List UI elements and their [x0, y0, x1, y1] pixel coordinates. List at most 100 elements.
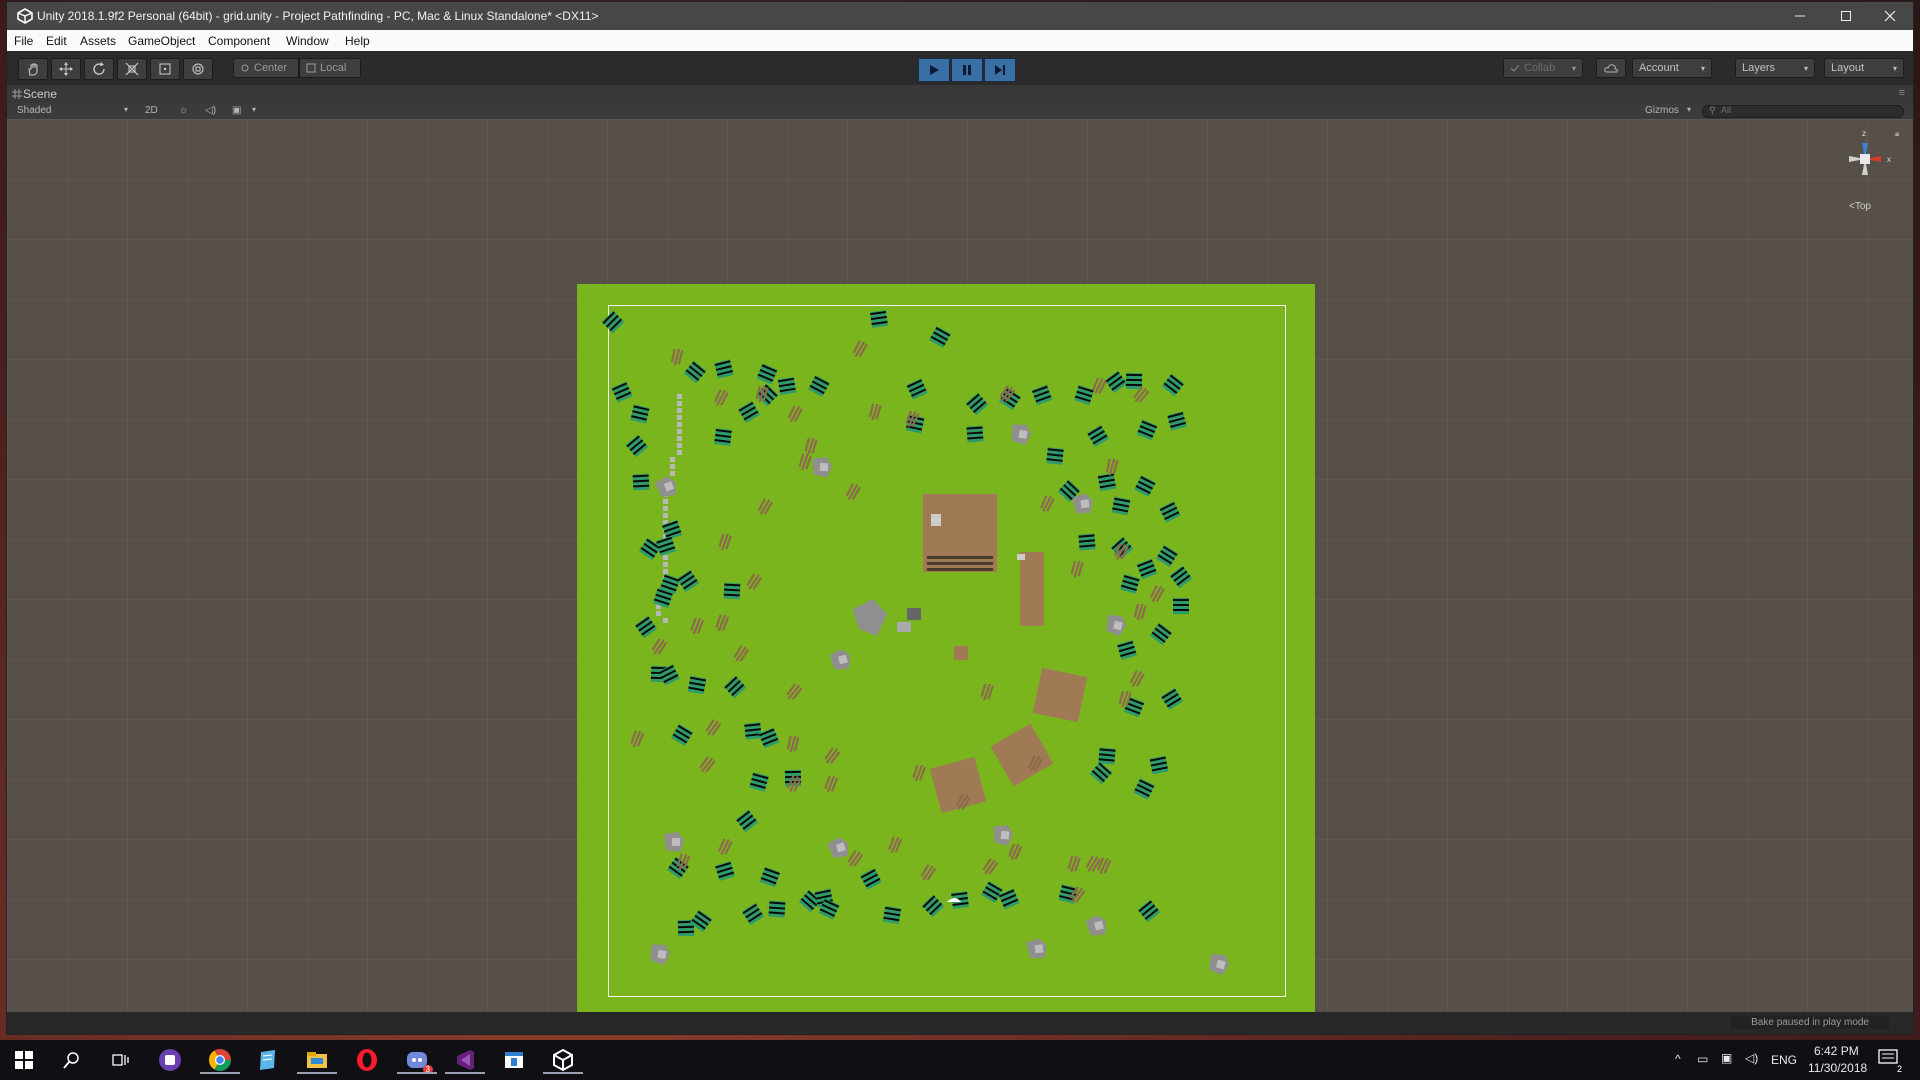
chevron-up-icon[interactable]: ^ [1675, 1052, 1681, 1066]
notification-center-button[interactable]: 2 [1878, 1048, 1902, 1074]
effects-icon[interactable]: ▣ [232, 105, 241, 116]
bush [786, 735, 800, 753]
lock-icon[interactable]: 🔒︎ [1895, 129, 1899, 139]
bush [718, 533, 733, 551]
clock-date[interactable]: 11/30/2018 [1808, 1061, 1867, 1075]
taskbar-app-3[interactable] [254, 1046, 282, 1074]
tree [723, 582, 741, 600]
taskbar-chrome[interactable] [200, 1046, 240, 1074]
layout-dropdown[interactable]: Layout ▾ [1824, 58, 1904, 78]
bush [718, 838, 733, 856]
scene-tab[interactable]: Scene ≡ [7, 85, 1913, 103]
tree [666, 856, 690, 880]
ground-plane[interactable] [577, 284, 1315, 1022]
bush [733, 645, 750, 662]
tree [1123, 696, 1145, 718]
menu-edit[interactable]: Edit [46, 34, 67, 48]
audio-icon[interactable]: ◁) [205, 105, 216, 116]
menu-file[interactable]: File [14, 34, 33, 48]
main-toolbar: Center Local Collab ▾ Account ▾ Layers ▾… [7, 51, 1913, 85]
tree [1159, 501, 1181, 523]
lighting-icon[interactable]: ☼ [179, 105, 188, 116]
layout-label: Layout [1831, 62, 1865, 74]
axis-x-label: x [1887, 155, 1891, 164]
scene-search-field[interactable]: ⚲ All [1702, 105, 1904, 118]
menu-component[interactable]: Component [208, 34, 270, 48]
bake-status: Bake paused in play mode [1731, 1016, 1889, 1029]
layers-label: Layers [1742, 62, 1776, 74]
rect-tool-button[interactable] [150, 58, 180, 80]
shading-mode-dropdown[interactable]: Shaded [17, 105, 51, 116]
mode-2d-toggle[interactable]: 2D [145, 105, 158, 116]
move-tool-button[interactable] [51, 58, 81, 80]
tree [1136, 558, 1158, 580]
folder-icon [307, 1052, 327, 1068]
taskbar-visual-studio[interactable] [445, 1046, 485, 1074]
language-indicator[interactable]: ENG [1771, 1053, 1797, 1067]
window-app-icon [505, 1052, 523, 1068]
menu-gameobject[interactable]: GameObject [128, 34, 195, 48]
menu-help[interactable]: Help [345, 34, 370, 48]
taskbar-app-9[interactable] [500, 1046, 528, 1074]
pivot-toggle[interactable]: Center [233, 58, 299, 78]
network-icon[interactable]: ▣ [1721, 1051, 1732, 1065]
cloud-button[interactable] [1596, 58, 1626, 78]
start-button[interactable] [10, 1046, 38, 1074]
search-button[interactable] [58, 1046, 86, 1074]
account-dropdown[interactable]: Account ▾ [1632, 58, 1712, 78]
step-button[interactable] [984, 58, 1016, 82]
notepad-icon [260, 1050, 275, 1070]
rotate-tool-button[interactable] [84, 58, 114, 80]
transform-tool-button[interactable] [183, 58, 213, 80]
scene-viewport[interactable]: z x 🔒︎ <Top [7, 119, 1913, 1022]
taskbar-app-1[interactable] [156, 1046, 184, 1074]
bush [920, 864, 937, 881]
search-icon [63, 1052, 79, 1069]
collab-label: Collab [1524, 62, 1556, 74]
tree [1134, 475, 1156, 497]
tab-menu-icon[interactable]: ≡ [1899, 87, 1905, 99]
bush [1067, 855, 1081, 873]
tree [1136, 419, 1158, 441]
menu-window[interactable]: Window [286, 34, 329, 48]
chevron-down-icon: ▾ [1687, 105, 1692, 114]
hand-tool-button[interactable] [18, 58, 48, 80]
scale-tool-button[interactable] [117, 58, 147, 80]
clock-time[interactable]: 6:42 PM [1814, 1044, 1859, 1058]
menu-bar: File Edit Assets GameObject Component Wi… [7, 30, 1913, 52]
check-icon [1510, 64, 1520, 72]
tree [759, 866, 781, 888]
rock [654, 476, 677, 498]
tree [1087, 425, 1109, 447]
gizmos-dropdown[interactable]: Gizmos [1645, 105, 1679, 116]
layers-dropdown[interactable]: Layers ▾ [1735, 58, 1815, 78]
tree [634, 615, 658, 639]
tree [869, 309, 889, 329]
taskbar-unity[interactable] [543, 1046, 583, 1074]
bush [1085, 855, 1102, 872]
collab-dropdown[interactable]: Collab ▾ [1503, 58, 1583, 78]
rock [650, 944, 671, 965]
play-button[interactable] [918, 58, 950, 82]
minimize-icon [1795, 15, 1805, 17]
pause-button[interactable] [951, 58, 983, 82]
scene-gizmo[interactable]: z x 🔒︎ <Top [1825, 129, 1905, 214]
close-button[interactable] [1867, 2, 1913, 30]
tree [741, 902, 765, 926]
gizmo-view-label: <Top [1849, 201, 1871, 212]
menu-assets[interactable]: Assets [80, 34, 116, 48]
battery-icon[interactable]: ▭ [1697, 1052, 1708, 1066]
volume-icon[interactable]: ◁) [1745, 1051, 1758, 1065]
tree [655, 535, 677, 557]
scene-objects [601, 309, 1230, 976]
taskbar-explorer[interactable] [297, 1046, 337, 1074]
title-bar[interactable]: Unity 2018.1.9f2 Personal (64bit) - grid… [7, 2, 1913, 30]
taskbar-opera[interactable] [353, 1046, 381, 1074]
task-view-button[interactable] [106, 1046, 134, 1074]
scene-grid-icon [12, 89, 22, 99]
space-toggle[interactable]: Local [299, 58, 361, 78]
minimize-button[interactable] [1777, 2, 1823, 30]
maximize-button[interactable] [1823, 2, 1869, 30]
tree [1167, 411, 1187, 431]
taskbar-discord[interactable]: 3 [397, 1046, 437, 1074]
